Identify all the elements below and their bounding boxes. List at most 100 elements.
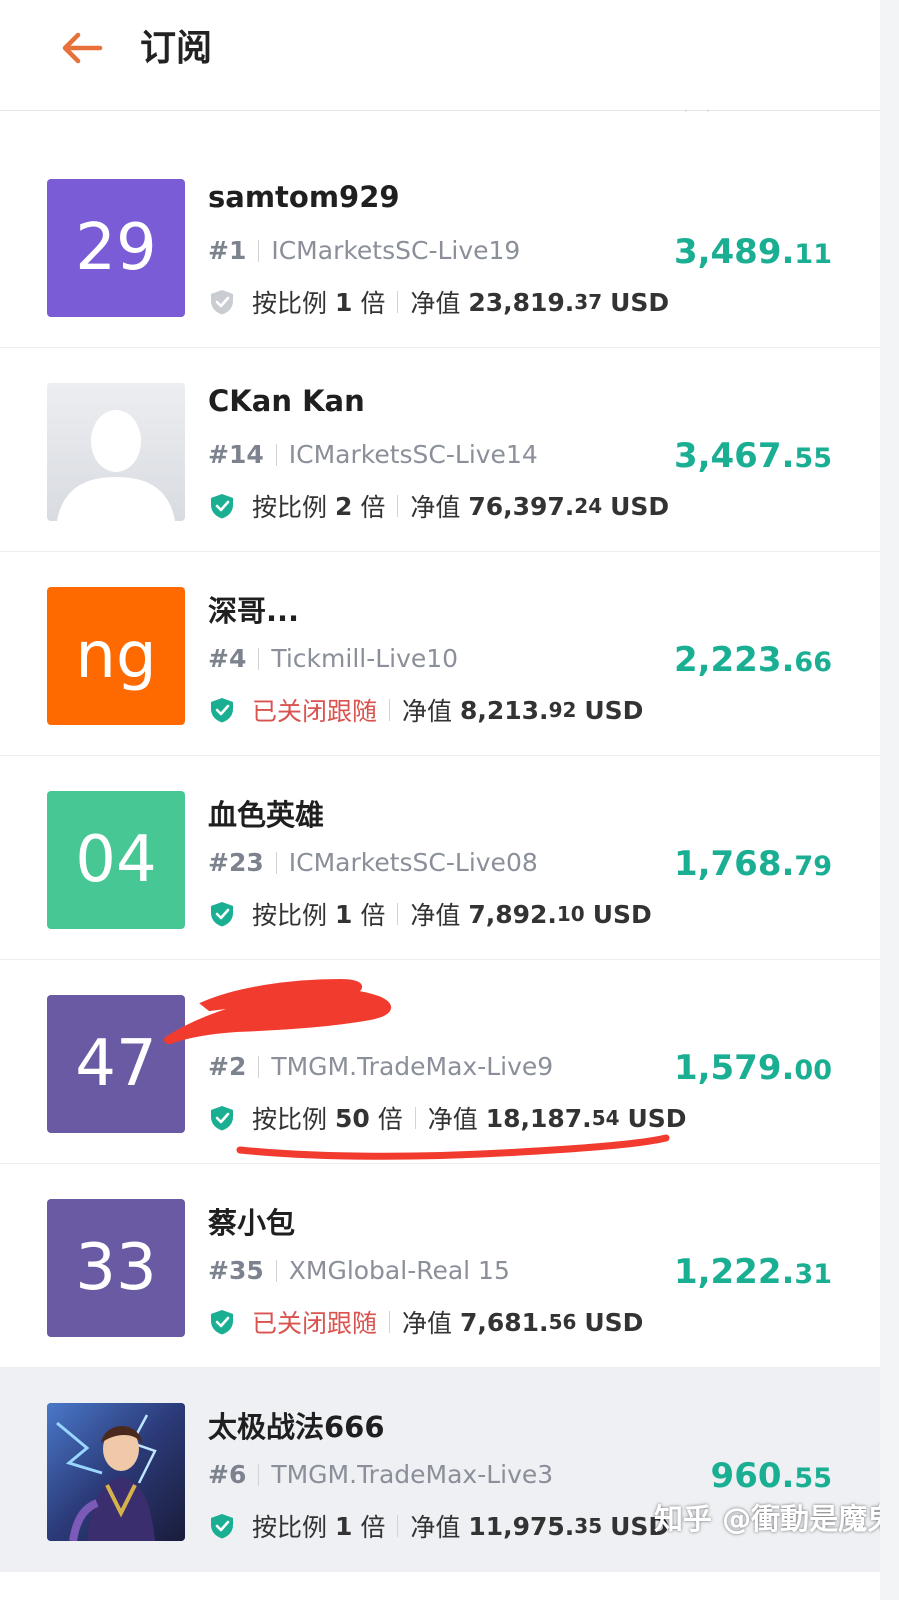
amount-integer: 3,467. — [673, 436, 795, 476]
subscription-list: 29 samtom929 #1 ICMarketsSC-Live19 按比例 1… — [0, 144, 880, 1572]
rank-line: #4 Tickmill-Live10 — [208, 644, 458, 673]
equity-value: 23,819. — [468, 287, 575, 317]
top-bar: 订阅 ·· — [0, 0, 880, 118]
amount-integer: 960. — [710, 1456, 795, 1496]
shield-green-icon — [211, 1310, 233, 1335]
equity-unit: USD — [610, 491, 670, 521]
equity-label: 净值 — [410, 493, 461, 522]
list-item[interactable]: 04 血色英雄 #23 ICMarketsSC-Live08 按比例 1 倍 净 — [0, 756, 880, 960]
divider — [275, 443, 277, 466]
rank-number: #23 — [208, 848, 264, 877]
info-line: 按比例 50 倍 净值 18,187. 54 USD — [208, 1100, 687, 1136]
rank-number: #1 — [208, 236, 247, 265]
follow-status-closed: 已关闭跟随 — [252, 697, 378, 726]
profit-amount: 1,768.79 — [674, 844, 832, 884]
info-line: 按比例 2 倍 净值 76,397. 24 USD — [208, 488, 669, 524]
equity-decimals: 35 — [574, 1514, 603, 1538]
equity-unit: USD — [610, 287, 670, 317]
avatar-text: 47 — [75, 1027, 157, 1101]
arrow-left-icon — [62, 32, 103, 64]
list-item[interactable]: 33 蔡小包 #35 XMGlobal-Real 15 已关闭跟随 净值 7,6… — [0, 1164, 880, 1368]
person-placeholder-icon — [47, 383, 185, 521]
divider — [389, 699, 391, 721]
amount-decimals: 00 — [794, 1055, 832, 1086]
info-line: 按比例 1 倍 净值 23,819. 37 USD — [208, 284, 669, 320]
amount-decimals: 55 — [794, 1463, 832, 1494]
avatar: 04 — [47, 791, 185, 929]
amount-integer: 2,223. — [673, 640, 795, 680]
back-button[interactable] — [52, 22, 112, 74]
follow-mode-label: 按比例 — [252, 493, 328, 522]
follow-unit: 倍 — [360, 1513, 386, 1542]
equity-label: 净值 — [410, 289, 461, 318]
list-item[interactable]: ng 深哥... #4 Tickmill-Live10 已关闭跟随 净值 8,2… — [0, 552, 880, 756]
avatar: 29 — [47, 179, 185, 317]
list-item[interactable]: CKan Kan #14 ICMarketsSC-Live14 按比例 2 倍 … — [0, 348, 880, 552]
equity-label: 净值 — [427, 1105, 478, 1134]
avatar-text: ng — [75, 619, 157, 693]
rank-line: #35 XMGlobal-Real 15 — [208, 1256, 510, 1285]
divider — [275, 1259, 277, 1282]
avatar-text: 04 — [75, 823, 157, 897]
info-line: 按比例 1 倍 净值 11,975. 35 USD — [208, 1508, 669, 1544]
shield-green-icon — [211, 1106, 233, 1131]
follow-multiplier: 1 — [334, 899, 353, 929]
rank-number: #4 — [208, 644, 247, 673]
follow-multiplier: 1 — [334, 287, 353, 317]
list-item[interactable]: 29 samtom929 #1 ICMarketsSC-Live19 按比例 1… — [0, 144, 880, 348]
equity-label: 净值 — [402, 697, 453, 726]
server-name: TMGM.TradeMax-Live3 — [271, 1460, 554, 1489]
shield-green-icon — [211, 698, 233, 723]
divider — [397, 1515, 399, 1537]
avatar — [47, 383, 185, 521]
amount-decimals: 66 — [794, 647, 832, 678]
trader-name: samtom929 — [208, 180, 400, 214]
list-item[interactable]: 47 #2 TMGM.TradeMax-Live9 按比例 50 倍 净值 18… — [0, 960, 880, 1164]
equity-unit: USD — [627, 1103, 687, 1133]
divider — [275, 851, 277, 874]
equity-decimals: 56 — [548, 1310, 577, 1334]
trader-name: 深哥... — [208, 594, 300, 628]
equity-value: 18,187. — [485, 1103, 592, 1133]
follow-unit: 倍 — [360, 901, 386, 930]
server-name: ICMarketsSC-Live14 — [288, 440, 538, 469]
divider — [258, 1055, 260, 1078]
follow-multiplier: 1 — [334, 1511, 353, 1541]
rank-line: #6 TMGM.TradeMax-Live3 — [208, 1460, 553, 1489]
rank-line: #1 ICMarketsSC-Live19 — [208, 236, 520, 265]
equity-label: 净值 — [410, 901, 461, 930]
divider — [414, 1107, 416, 1129]
shield-gray-icon — [211, 290, 233, 315]
equity-decimals: 54 — [591, 1106, 620, 1130]
rank-number: #2 — [208, 1052, 247, 1081]
list-item[interactable]: 太极战法666 #6 TMGM.TradeMax-Live3 按比例 1 倍 净… — [0, 1368, 880, 1572]
trader-name: 太极战法666 — [208, 1410, 385, 1444]
trader-name: CKan Kan — [208, 384, 365, 418]
shield-green-icon — [211, 494, 233, 519]
equity-value: 8,213. — [459, 695, 549, 725]
equity-unit: USD — [584, 695, 644, 725]
equity-value: 76,397. — [468, 491, 575, 521]
avatar: 47 — [47, 995, 185, 1133]
divider — [397, 903, 399, 925]
profit-amount: 1,222.31 — [674, 1252, 832, 1292]
equity-unit: USD — [592, 899, 652, 929]
rank-number: #35 — [208, 1256, 264, 1285]
divider — [258, 239, 260, 262]
divider — [258, 647, 260, 670]
divider — [397, 495, 399, 517]
amount-decimals: 79 — [794, 851, 832, 882]
profit-amount: 2,223.66 — [674, 640, 832, 680]
equity-decimals: 37 — [574, 290, 603, 314]
follow-unit: 倍 — [360, 493, 386, 522]
amount-integer: 1,579. — [673, 1048, 795, 1088]
game-character-avatar-icon — [47, 1403, 185, 1541]
avatar: ng — [47, 587, 185, 725]
divider — [258, 1463, 260, 1486]
equity-value: 11,975. — [468, 1511, 575, 1541]
follow-status-closed: 已关闭跟随 — [252, 1309, 378, 1338]
rank-line: #23 ICMarketsSC-Live08 — [208, 848, 538, 877]
amount-integer: 1,222. — [673, 1252, 795, 1292]
follow-multiplier: 2 — [334, 491, 353, 521]
follow-mode-label: 按比例 — [252, 1105, 328, 1134]
